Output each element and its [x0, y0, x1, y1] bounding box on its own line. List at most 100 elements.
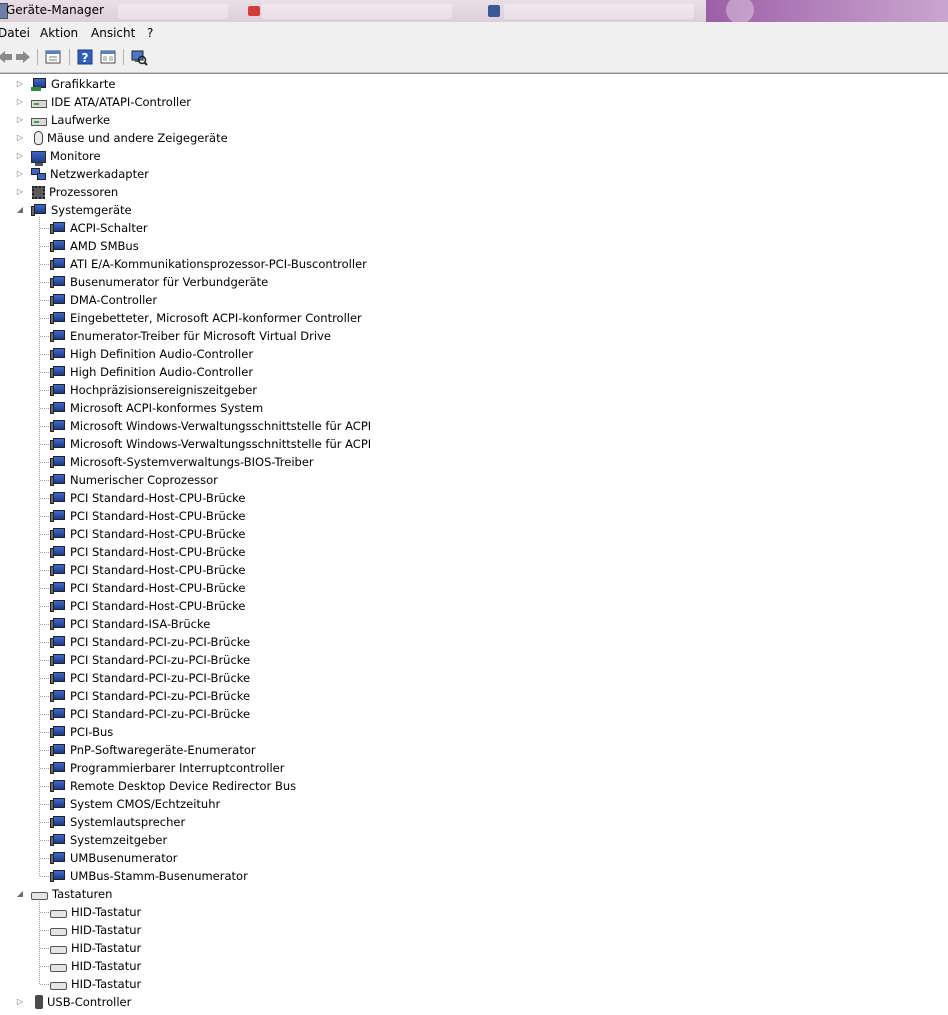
tree-device[interactable]: ATI E/A-Kommunikationsprozessor-PCI-Busc… — [50, 255, 367, 273]
expand-arrow-icon[interactable]: ▷ — [16, 133, 24, 143]
menu-datei[interactable]: Datei — [0, 26, 30, 40]
tree-category[interactable]: Laufwerke — [31, 111, 110, 129]
collapse-arrow-icon[interactable]: ◢ — [16, 889, 24, 899]
tree-device[interactable]: PCI Standard-Host-CPU-Brücke — [50, 489, 246, 507]
expand-arrow-icon[interactable]: ▷ — [16, 79, 24, 89]
tree-device[interactable]: PCI Standard-PCI-zu-PCI-Brücke — [50, 651, 250, 669]
tree-category[interactable]: Monitore — [31, 147, 101, 166]
tree-device[interactable]: PCI-Bus — [50, 723, 113, 741]
tree-device[interactable]: PCI Standard-PCI-zu-PCI-Brücke — [50, 669, 250, 687]
system-device-icon — [50, 293, 66, 307]
help-icon[interactable]: ? — [76, 48, 94, 66]
tree-device[interactable]: HID-Tastatur — [50, 903, 141, 921]
tree-device[interactable]: Remote Desktop Device Redirector Bus — [50, 777, 296, 795]
tree-device[interactable]: Numerischer Coprozessor — [50, 471, 218, 489]
tree-device[interactable]: DMA-Controller — [50, 291, 157, 309]
tree-device[interactable]: PnP-Softwaregeräte-Enumerator — [50, 741, 256, 759]
tree-category[interactable]: Netzwerkadapter — [31, 165, 149, 183]
tree-device-label: HID-Tastatur — [71, 959, 142, 973]
back-arrow-icon[interactable] — [0, 48, 14, 66]
tree-guide-line — [40, 390, 49, 391]
collapse-arrow-icon[interactable]: ◢ — [16, 205, 24, 215]
tree-device[interactable]: Microsoft Windows-Verwaltungsschnittstel… — [50, 435, 371, 453]
tree-device-label: HID-Tastatur — [71, 923, 142, 937]
tree-device-label: UMBus-Stamm-Busenumerator — [70, 869, 248, 883]
tree-device[interactable]: PCI Standard-PCI-zu-PCI-Brücke — [50, 633, 250, 651]
tree-category[interactable]: Systemgeräte — [31, 201, 132, 219]
tree-category-label: Systemgeräte — [51, 203, 132, 217]
tree-device[interactable]: Microsoft-Systemverwaltungs-BIOS-Treiber — [50, 453, 314, 471]
tree-device[interactable]: High Definition Audio-Controller — [50, 345, 253, 363]
tree-device[interactable]: PCI Standard-PCI-zu-PCI-Brücke — [50, 687, 250, 705]
tree-device-label: PCI Standard-Host-CPU-Brücke — [70, 563, 246, 577]
properties-icon[interactable] — [44, 48, 62, 66]
tree-guide-line — [40, 552, 49, 553]
tree-device[interactable]: Eingebetteter, Microsoft ACPI-konformer … — [50, 309, 362, 327]
tree-device[interactable]: AMD SMBus — [50, 237, 139, 255]
expand-arrow-icon[interactable]: ▷ — [16, 97, 24, 107]
expand-arrow-icon[interactable]: ▷ — [16, 169, 24, 179]
tree-device[interactable]: HID-Tastatur — [50, 921, 141, 939]
tree-category[interactable]: Prozessoren — [31, 183, 118, 201]
expand-arrow-icon[interactable]: ▷ — [16, 115, 24, 125]
tree-guide-line — [40, 354, 49, 355]
tree-category[interactable]: Tastaturen — [31, 885, 112, 903]
tree-device[interactable]: Microsoft Windows-Verwaltungsschnittstel… — [50, 417, 371, 435]
tree-category[interactable]: IDE ATA/ATAPI-Controller — [31, 93, 191, 111]
tree-device[interactable]: Hochpräzisionsereigniszeitgeber — [50, 381, 257, 399]
tree-device[interactable]: Microsoft ACPI-konformes System — [50, 399, 263, 417]
system-device-icon — [50, 473, 66, 487]
tree-guide-line — [40, 624, 49, 625]
tree-device[interactable]: PCI Standard-Host-CPU-Brücke — [50, 507, 246, 525]
tree-device[interactable]: PCI Standard-Host-CPU-Brücke — [50, 525, 246, 543]
tree-category[interactable]: Grafikkarte — [31, 75, 115, 93]
tree-device[interactable]: Systemzeitgeber — [50, 831, 167, 849]
tree-device[interactable]: PCI Standard-ISA-Brücke — [50, 615, 210, 633]
tree-device-label: Eingebetteter, Microsoft ACPI-konformer … — [70, 311, 362, 325]
tree-device[interactable]: PCI Standard-Host-CPU-Brücke — [50, 543, 246, 561]
tree-device[interactable]: UMBus-Stamm-Busenumerator — [50, 867, 248, 885]
system-device-icon — [50, 563, 66, 577]
tree-device[interactable]: HID-Tastatur — [50, 939, 141, 957]
expand-arrow-icon[interactable]: ▷ — [16, 187, 24, 197]
tree-device[interactable]: PCI Standard-PCI-zu-PCI-Brücke — [50, 705, 250, 723]
menu-aktion[interactable]: Aktion — [40, 26, 78, 40]
keyboard-icon — [50, 982, 67, 990]
tree-guide-line — [40, 606, 49, 607]
forward-arrow-icon[interactable] — [14, 48, 32, 66]
details-view-icon[interactable] — [99, 48, 117, 66]
tree-device-label: Hochpräzisionsereigniszeitgeber — [70, 383, 257, 397]
tree-guide-line — [40, 444, 49, 445]
menu-ansicht[interactable]: Ansicht — [91, 26, 135, 40]
system-device-icon — [50, 419, 66, 433]
tree-device[interactable]: PCI Standard-Host-CPU-Brücke — [50, 561, 246, 579]
tree-device[interactable]: Busenumerator für Verbundgeräte — [50, 273, 268, 291]
tree-device-label: PCI Standard-ISA-Brücke — [70, 617, 211, 631]
tree-device[interactable]: HID-Tastatur — [50, 975, 141, 993]
tree-category[interactable]: Mäuse und andere Zeigegeräte — [31, 129, 228, 147]
tree-device-label: HID-Tastatur — [71, 941, 142, 955]
expand-arrow-icon[interactable]: ▷ — [16, 151, 24, 161]
system-device-icon — [50, 311, 66, 325]
forum-tab-icon — [488, 5, 500, 17]
tree-device[interactable]: Enumerator-Treiber für Microsoft Virtual… — [50, 327, 331, 345]
expand-arrow-icon[interactable]: ▷ — [16, 997, 24, 1007]
tree-device[interactable]: PCI Standard-Host-CPU-Brücke — [50, 579, 246, 597]
tree-device[interactable]: High Definition Audio-Controller — [50, 363, 253, 381]
tree-device[interactable]: Systemlautsprecher — [50, 813, 185, 831]
tree-device[interactable]: Programmierbarer Interruptcontroller — [50, 759, 284, 777]
tree-category[interactable]: USB-Controller — [31, 993, 131, 1011]
disk-drive-icon — [31, 118, 47, 126]
menu-help[interactable]: ? — [147, 26, 153, 40]
tree-guide-line — [40, 822, 49, 823]
tree-device[interactable]: System CMOS/Echtzeituhr — [50, 795, 220, 813]
tree-guide-line — [40, 498, 49, 499]
tree-device[interactable]: UMBusenumerator — [50, 849, 178, 867]
tree-guide-line — [40, 930, 49, 931]
tree-device[interactable]: HID-Tastatur — [50, 957, 141, 975]
tree-device[interactable]: ACPI-Schalter — [50, 219, 148, 237]
scan-hardware-icon[interactable] — [130, 48, 148, 66]
tree-device[interactable]: PCI Standard-Host-CPU-Brücke — [50, 597, 246, 615]
system-device-icon — [50, 329, 66, 343]
tree-device-label: Microsoft ACPI-konformes System — [70, 401, 264, 415]
